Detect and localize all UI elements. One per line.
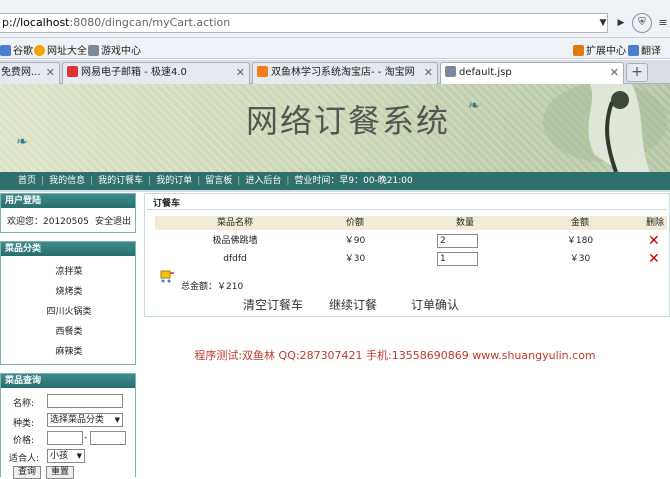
dropdown-arrow-icon[interactable]: ▼ xyxy=(594,13,612,33)
item-price: ￥90 xyxy=(344,236,366,246)
bookmark-google[interactable]: 谷歌 xyxy=(0,42,33,57)
nav-home[interactable]: 首页 xyxy=(18,176,36,186)
bookmark-extensions[interactable]: 扩展中心 xyxy=(573,42,626,57)
table-row: dfdfd ￥30 1 ￥30 ✕ xyxy=(155,251,667,267)
header-price: 价额 xyxy=(345,218,364,228)
cart-title: 订餐车 xyxy=(153,199,181,209)
category-item[interactable]: 凉拌菜 xyxy=(1,264,137,277)
close-icon[interactable]: ✕ xyxy=(236,63,245,83)
confirm-order-link[interactable]: 订单确认 xyxy=(411,296,459,313)
address-host: localhost xyxy=(20,16,70,29)
category-item[interactable]: 烧烤类 xyxy=(1,284,137,297)
bookmark-games[interactable]: 游戏中心 xyxy=(88,42,141,57)
browser-toolbar: p://localhost:8080/dingcan/myCart.action… xyxy=(0,0,670,38)
girl-illustration xyxy=(543,84,667,172)
site-title: 网络订餐系统 xyxy=(246,102,451,140)
tab-taobao[interactable]: 双鱼林学习系统淘宝店- - 淘宝网 ✕ xyxy=(252,62,438,84)
butterfly-icon: ❧ xyxy=(16,134,28,150)
login-panel: 用户登陆 欢迎您：20120505 安全退出 xyxy=(0,193,136,233)
page-icon xyxy=(445,66,456,77)
cart-panel: 订餐车 菜品名称 价额 数量 金额 删除 极品佛跳墙 ￥90 2 ￥180 ✕ … xyxy=(144,193,670,317)
item-amount: ￥180 xyxy=(566,236,594,246)
cart-header-row: 菜品名称 价额 数量 金额 删除 xyxy=(155,216,667,230)
category-title: 菜品分类 xyxy=(1,242,135,256)
google-icon xyxy=(0,45,11,56)
chevron-down-icon: ▼ xyxy=(114,416,120,424)
shield-icon[interactable]: ⛨ xyxy=(632,13,652,33)
bookmarks-bar: 谷歌 网址大全 游戏中心 扩展中心 翻译 xyxy=(0,38,670,59)
tab-strip: 免费网... ✕ 网易电子邮箱 - 极速4.0 ✕ 双鱼林学习系统淘宝店- - 淘宝… xyxy=(0,60,670,85)
shopping-cart-icon xyxy=(160,270,174,283)
cart-total: 总金额：￥210 xyxy=(181,282,244,292)
search-button[interactable]: 查询 xyxy=(13,466,41,479)
category-item[interactable]: 四川火锅类 xyxy=(1,304,137,317)
type-select[interactable]: 选择菜品分类 ▼ xyxy=(47,413,123,427)
close-icon[interactable]: ✕ xyxy=(424,63,433,83)
bookmark-translate[interactable]: 翻译 xyxy=(628,42,661,57)
extensions-icon xyxy=(573,45,584,56)
item-amount: ￥30 xyxy=(569,254,591,264)
quantity-input[interactable]: 2 xyxy=(437,234,478,248)
reset-button[interactable]: 重置 xyxy=(46,466,74,479)
table-row: 极品佛跳墙 ￥90 2 ￥180 ✕ xyxy=(155,233,667,249)
nav-my-info[interactable]: 我的信息 xyxy=(49,176,85,186)
chevron-down-icon: ▼ xyxy=(76,452,82,460)
close-icon[interactable]: ✕ xyxy=(46,63,55,83)
go-icon[interactable]: ▶ xyxy=(612,13,630,33)
audience-select[interactable]: 小孩 ▼ xyxy=(47,449,85,463)
site-banner: ❧ ❧ 网络订餐系统 xyxy=(0,84,670,172)
tab-free[interactable]: 免费网... ✕ xyxy=(0,62,60,84)
menu-icon[interactable]: ≡ xyxy=(654,13,670,33)
login-title: 用户登陆 xyxy=(1,194,135,208)
address-prefix: p:// xyxy=(2,16,21,29)
nav-my-orders[interactable]: 我的订单 xyxy=(156,176,192,186)
audience-label: 适合人: xyxy=(9,454,40,464)
item-name: dfdfd xyxy=(223,254,247,264)
main-nav: 首页 | 我的信息 | 我的订餐车 | 我的订单 | 留言板 | 进入后台 | 营业时间：早9：00-晚… xyxy=(0,172,670,190)
bookmark-directory[interactable]: 网址大全 xyxy=(34,42,87,57)
close-icon[interactable]: ✕ xyxy=(610,63,619,83)
footer-contact: 程序测试:双鱼林 QQ:287307421 手机:13558690869 www… xyxy=(194,349,596,362)
tab-default[interactable]: default.jsp ✕ xyxy=(440,62,624,85)
query-panel: 菜品查询 名称: 种类: 选择菜品分类 ▼ 价格: - 适合人: 小孩 ▼ 查询 重… xyxy=(0,373,136,479)
butterfly-icon: ❧ xyxy=(468,98,480,114)
delete-icon[interactable]: ✕ xyxy=(648,233,660,249)
logout-link[interactable]: 安全退出 xyxy=(95,214,131,227)
header-amount: 金额 xyxy=(570,218,589,228)
query-title: 菜品查询 xyxy=(1,374,135,388)
name-input[interactable] xyxy=(47,394,123,408)
type-label: 种类: xyxy=(13,419,35,429)
business-hours: 营业时间：早9：00-晚21:00 xyxy=(294,176,413,186)
price-max-input[interactable] xyxy=(90,431,126,445)
continue-ordering-link[interactable]: 继续订餐 xyxy=(329,296,377,313)
quantity-input[interactable]: 1 xyxy=(437,252,478,266)
gamepad-icon xyxy=(88,45,99,56)
nav-my-cart[interactable]: 我的订餐车 xyxy=(98,176,143,186)
delete-icon[interactable]: ✕ xyxy=(648,251,660,267)
price-label: 价格: xyxy=(13,436,35,446)
item-price: ￥30 xyxy=(344,254,366,264)
price-min-input[interactable] xyxy=(47,431,83,445)
address-bar[interactable]: p://localhost:8080/dingcan/myCart.action xyxy=(0,13,608,33)
welcome-text: 欢迎您：20120505 xyxy=(7,217,89,227)
item-name: 极品佛跳墙 xyxy=(212,236,258,246)
category-item[interactable]: 西餐类 xyxy=(1,324,137,337)
header-name: 菜品名称 xyxy=(216,218,253,228)
address-path: :8080/dingcan/myCart.action xyxy=(69,16,231,29)
header-delete: 删除 xyxy=(645,218,664,228)
nav-admin[interactable]: 进入后台 xyxy=(245,176,281,186)
tab-email[interactable]: 网易电子邮箱 - 极速4.0 ✕ xyxy=(62,62,250,84)
new-tab-button[interactable]: + xyxy=(626,63,648,82)
nav-message-board[interactable]: 留言板 xyxy=(205,176,232,186)
taobao-icon xyxy=(257,66,268,77)
translate-icon xyxy=(628,45,639,56)
directory-icon xyxy=(34,45,45,56)
name-label: 名称: xyxy=(13,399,35,409)
email-icon xyxy=(67,66,78,77)
clear-cart-link[interactable]: 清空订餐车 xyxy=(243,296,303,313)
price-separator: - xyxy=(84,433,88,443)
header-qty: 数量 xyxy=(455,218,474,228)
